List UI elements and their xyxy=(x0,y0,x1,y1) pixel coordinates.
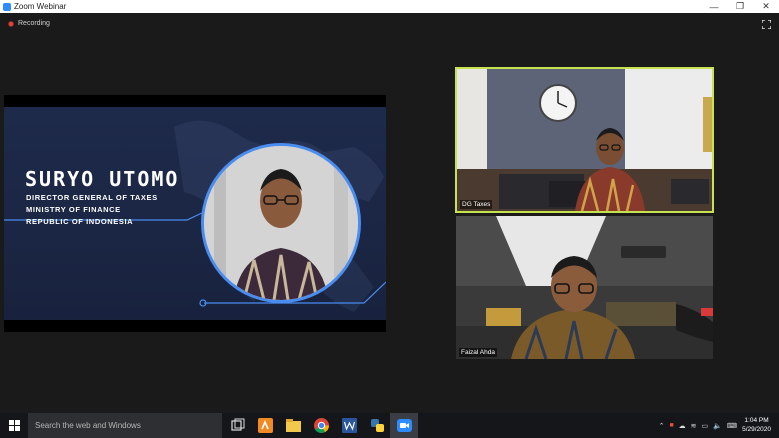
recording-dot-icon xyxy=(8,20,14,27)
tray-volume-icon[interactable]: 🔈 xyxy=(713,422,722,430)
tray-keyboard-icon[interactable]: ⌨ xyxy=(727,422,737,430)
windows-taskbar: Search the web and Windows ⌃ ■ ☁ ≋ ▭ 🔈 ⌨ xyxy=(0,413,779,438)
file-explorer-icon[interactable] xyxy=(285,417,302,434)
windows-logo-icon xyxy=(8,420,20,431)
shared-screen: SURYO UTOMO DIRECTOR GENERAL OF TAXES MI… xyxy=(4,95,386,332)
close-button[interactable]: ✕ xyxy=(753,0,779,13)
speaker-title-line: REPUBLIC OF INDONESIA xyxy=(26,217,134,226)
speaker-slide: SURYO UTOMO DIRECTOR GENERAL OF TAXES MI… xyxy=(4,107,386,320)
zoom-icon[interactable] xyxy=(396,417,413,434)
zoom-app-icon xyxy=(3,2,11,11)
start-button[interactable] xyxy=(0,413,28,438)
participant-video-feed xyxy=(457,69,712,211)
recording-indicator[interactable]: Recording xyxy=(8,20,50,27)
speaker-portrait-figure xyxy=(204,146,358,300)
taskbar-search-box[interactable]: Search the web and Windows xyxy=(28,413,222,438)
recording-label: Recording xyxy=(18,20,50,27)
task-view-icon[interactable] xyxy=(229,417,246,434)
participant-name-label: DG Taxes xyxy=(460,200,493,209)
speaker-title-line: DIRECTOR GENERAL OF TAXES xyxy=(26,193,158,202)
minimize-button[interactable]: — xyxy=(701,0,727,13)
chrome-icon[interactable] xyxy=(313,417,330,434)
window-title: Zoom Webinar xyxy=(14,2,67,11)
python-icon[interactable] xyxy=(369,417,386,434)
participant-video-tile[interactable]: DG Taxes xyxy=(455,67,714,213)
speaker-title-line: MINISTRY OF FINANCE xyxy=(26,205,121,214)
tray-cloud-icon[interactable]: ☁ xyxy=(679,422,686,430)
participant-video-feed xyxy=(456,216,713,359)
fullscreen-icon[interactable] xyxy=(762,20,771,29)
participant-name-label: Faizal Ahda xyxy=(459,348,497,357)
taskbar-search-placeholder: Search the web and Windows xyxy=(35,421,141,430)
tray-app-icon[interactable]: ■ xyxy=(669,422,673,429)
clock-date: 5/29/2020 xyxy=(742,426,771,433)
clock-time: 1:04 PM xyxy=(744,417,769,424)
system-tray: ⌃ ■ ☁ ≋ ▭ 🔈 ⌨ xyxy=(659,413,737,438)
taskbar-clock[interactable]: 1:04 PM 5/29/2020 xyxy=(742,416,771,434)
participant-video-tile[interactable]: Faizal Ahda xyxy=(456,216,713,359)
orange-app-icon[interactable] xyxy=(257,417,274,434)
speaker-name: SURYO UTOMO xyxy=(25,167,180,191)
word-icon[interactable] xyxy=(341,417,358,434)
tray-overflow-icon[interactable]: ⌃ xyxy=(659,422,665,430)
speaker-portrait xyxy=(201,143,361,303)
tray-wifi-icon[interactable]: ≋ xyxy=(691,422,697,430)
maximize-button[interactable]: ❐ xyxy=(727,0,753,13)
tray-battery-icon[interactable]: ▭ xyxy=(702,422,709,430)
window-controls: — ❐ ✕ xyxy=(701,0,779,13)
window-titlebar: Zoom Webinar — ❐ ✕ xyxy=(0,0,779,13)
